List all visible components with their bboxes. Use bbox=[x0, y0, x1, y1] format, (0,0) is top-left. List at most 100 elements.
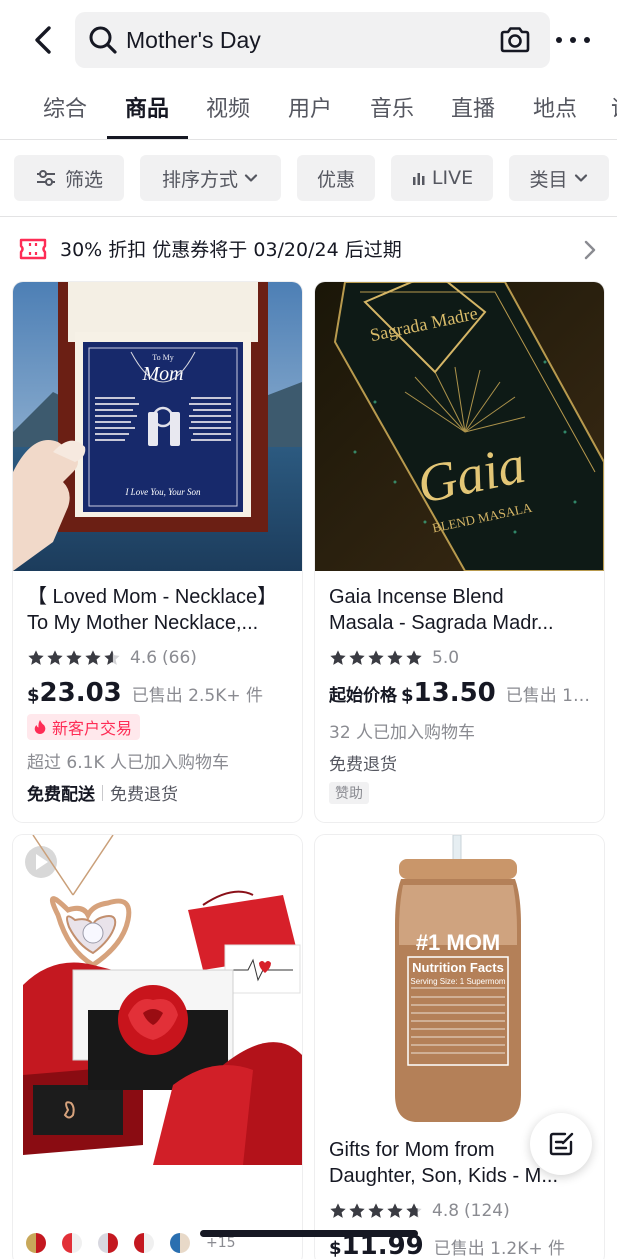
badge-text: 新客户交易 bbox=[52, 719, 133, 738]
rating-row: 4.8 (124) bbox=[329, 1199, 510, 1223]
price-value: 23.03 bbox=[39, 678, 122, 708]
back-button[interactable] bbox=[26, 22, 60, 58]
search-query-text: Mother's Day bbox=[126, 27, 261, 53]
tab-music[interactable]: 音乐 bbox=[370, 96, 414, 124]
swatch[interactable] bbox=[26, 1233, 46, 1253]
star-rating bbox=[329, 649, 424, 667]
deals-filter[interactable]: 优惠 bbox=[297, 155, 375, 201]
search-input[interactable]: Mother's Day bbox=[75, 12, 550, 68]
deals-label: 优惠 bbox=[316, 168, 355, 191]
price-currency: $ bbox=[329, 1238, 342, 1259]
product-image: #1 MOM Nutrition Facts Serving Size: 1 S… bbox=[315, 835, 604, 1125]
sold-count: 已售出 18... bbox=[505, 686, 595, 706]
coupon-banner[interactable]: 30% 折扣 优惠券将于 03/20/24 后过期 bbox=[0, 218, 617, 282]
image-text: #1 MOM bbox=[416, 930, 500, 955]
bar-signal-icon bbox=[412, 173, 425, 185]
sponsored-badge: 赞助 bbox=[329, 782, 369, 804]
price-row: 起始价格 $ 13.50 已售出 18... bbox=[329, 678, 595, 710]
star-rating bbox=[27, 649, 122, 667]
swatch[interactable] bbox=[170, 1233, 190, 1253]
search-icon bbox=[89, 26, 117, 54]
more-options-button[interactable] bbox=[556, 26, 590, 54]
free-returns: 免费退货 bbox=[110, 785, 178, 805]
star-icon bbox=[66, 650, 82, 665]
tab-users[interactable]: 用户 bbox=[288, 96, 332, 124]
camera-icon[interactable] bbox=[498, 24, 532, 56]
star-icon bbox=[387, 1203, 403, 1218]
star-rating bbox=[329, 1202, 424, 1220]
star-half-icon bbox=[406, 1203, 422, 1218]
star-icon bbox=[330, 650, 346, 665]
free-returns: 免费退货 bbox=[329, 755, 397, 775]
price-currency: $ bbox=[401, 685, 414, 706]
product-image: To My Mom I Love You, Your Son bbox=[13, 282, 302, 571]
star-icon bbox=[387, 650, 403, 665]
sold-count: 已售出 1.2K+ 件 bbox=[433, 1239, 566, 1259]
image-text: I Love You, Your Son bbox=[124, 487, 201, 497]
sort-dropdown[interactable]: 排序方式 bbox=[140, 155, 281, 201]
product-card[interactable]: #1 MOM Nutrition Facts Serving Size: 1 S… bbox=[315, 835, 604, 1259]
tab-general[interactable]: 综合 bbox=[43, 96, 87, 124]
filter-button[interactable]: 筛选 bbox=[14, 155, 124, 201]
top-bar: Mother's Day bbox=[0, 0, 617, 82]
dot-icon bbox=[570, 37, 576, 43]
product-card[interactable]: Sagrada Madre Gaia BLEND MASALA Gaia Inc… bbox=[315, 282, 604, 822]
rating-row: 5.0 bbox=[329, 646, 459, 670]
tab-hashtags[interactable]: 话 bbox=[611, 96, 617, 124]
price-prefix: 起始价格 bbox=[329, 686, 397, 706]
image-text: To My bbox=[152, 353, 173, 362]
new-customer-badge: 新客户交易 bbox=[27, 714, 141, 740]
more-swatches-count: +15 bbox=[206, 1235, 236, 1251]
sort-label: 排序方式 bbox=[161, 168, 238, 191]
price-currency: $ bbox=[27, 685, 40, 706]
star-half-icon bbox=[104, 650, 120, 665]
rating-count: (66) bbox=[162, 648, 197, 668]
swatch[interactable] bbox=[98, 1233, 118, 1253]
star-icon bbox=[28, 650, 44, 665]
dot-icon bbox=[556, 37, 562, 43]
sold-count: 已售出 2.5K+ 件 bbox=[131, 686, 264, 706]
chevron-down-icon bbox=[574, 174, 587, 182]
product-image: Sagrada Madre Gaia BLEND MASALA bbox=[315, 282, 604, 571]
cart-count: 32 人已加入购物车 bbox=[329, 723, 476, 743]
image-text: Serving Size: 1 Supermom bbox=[410, 977, 505, 986]
star-icon bbox=[330, 1203, 346, 1218]
tab-videos[interactable]: 视频 bbox=[206, 96, 250, 124]
tab-products[interactable]: 商品 bbox=[125, 96, 169, 124]
star-icon bbox=[368, 1203, 384, 1218]
product-title-line: Masala - Sagrada Madr... bbox=[329, 612, 554, 634]
tab-live[interactable]: 直播 bbox=[451, 96, 495, 124]
star-icon bbox=[349, 650, 365, 665]
category-dropdown[interactable]: 类目 bbox=[509, 155, 609, 201]
rating-value: 4.6 bbox=[130, 648, 158, 668]
edit-feedback-button[interactable] bbox=[530, 1113, 592, 1175]
product-title-line: 【 Loved Mom - Necklace】 bbox=[27, 586, 278, 608]
divider bbox=[102, 784, 103, 801]
home-indicator[interactable] bbox=[200, 1230, 418, 1237]
swatch[interactable] bbox=[62, 1233, 82, 1253]
product-card[interactable]: +15 bbox=[13, 835, 302, 1259]
swatch[interactable] bbox=[134, 1233, 154, 1253]
live-filter[interactable]: LIVE bbox=[391, 155, 493, 201]
filter-label: 筛选 bbox=[64, 168, 103, 191]
live-label: LIVE bbox=[431, 167, 474, 189]
price-value: 13.50 bbox=[413, 678, 496, 708]
tab-places[interactable]: 地点 bbox=[533, 96, 577, 124]
shipping-row: 免费退货 bbox=[329, 750, 397, 775]
coupon-text: 30% 折扣 优惠券将于 03/20/24 后过期 bbox=[60, 239, 402, 261]
rating-row: 4.6 (66) bbox=[27, 646, 197, 670]
star-icon bbox=[85, 650, 101, 665]
active-tab-indicator bbox=[107, 136, 188, 139]
image-text: Nutrition Facts bbox=[412, 960, 504, 975]
product-card[interactable]: To My Mom I Love You, Your Son 【 Loved M… bbox=[13, 282, 302, 822]
star-icon bbox=[368, 650, 384, 665]
free-shipping: 免费配送 bbox=[27, 785, 95, 805]
edit-note-icon bbox=[549, 1132, 574, 1156]
star-icon bbox=[406, 650, 422, 665]
sliders-icon bbox=[36, 170, 55, 186]
product-title-line: To My Mother Necklace,... bbox=[27, 612, 259, 634]
star-icon bbox=[47, 650, 63, 665]
rating-value: 4.8 bbox=[432, 1201, 460, 1221]
chevron-right-icon bbox=[584, 240, 596, 260]
chevron-down-icon bbox=[244, 174, 258, 182]
